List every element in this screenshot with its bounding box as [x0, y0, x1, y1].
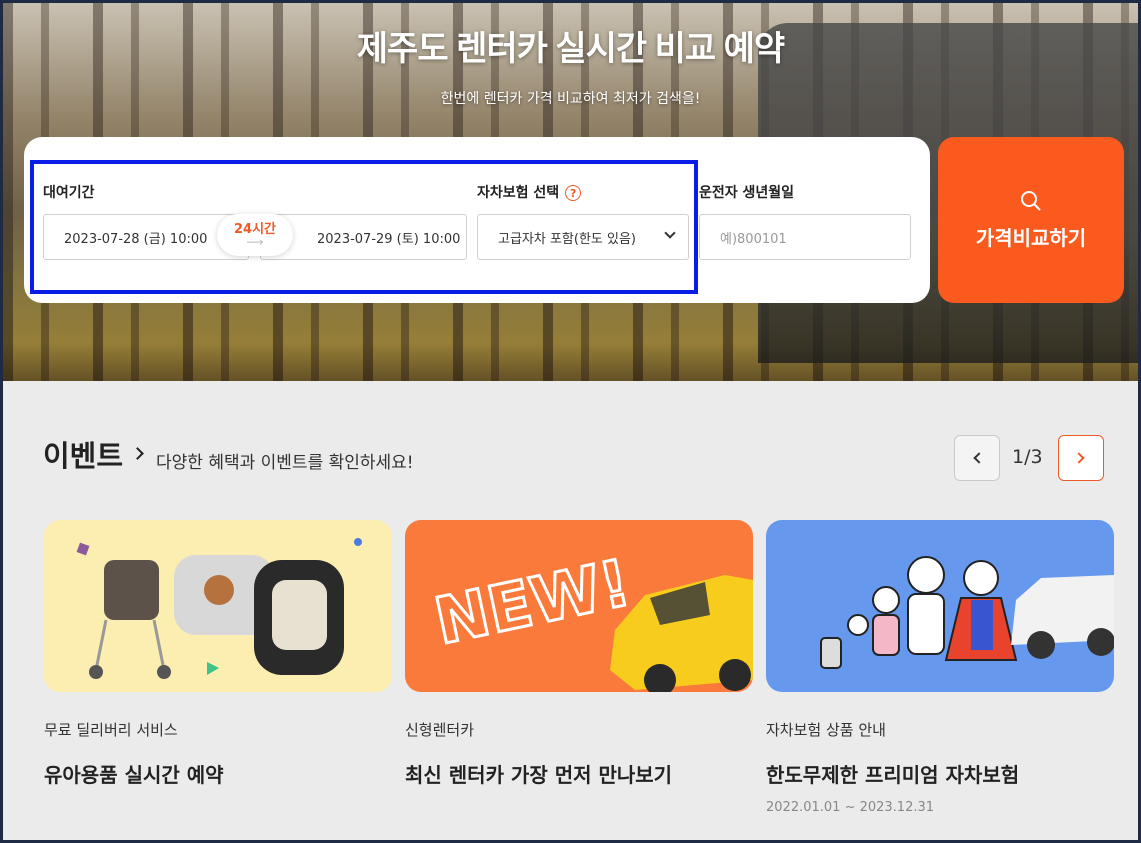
- end-date-value: 2023-07-29 (토) 10:00: [317, 231, 461, 247]
- family-insurance-illustration: [820, 556, 1114, 669]
- birth-placeholder: 예)800101: [720, 231, 787, 247]
- birth-label: 운전자 생년월일: [699, 185, 795, 201]
- baby-products-illustration: [76, 538, 362, 679]
- insurance-value: 고급자차 포함(한도 있음): [498, 231, 637, 247]
- card-category: 무료 딜리버리 서비스: [44, 721, 178, 739]
- next-page-button[interactable]: [1058, 435, 1104, 481]
- start-date-value: 2023-07-28 (금) 10:00: [64, 231, 208, 247]
- event-card-image[interactable]: [44, 520, 392, 692]
- event-card-image[interactable]: [766, 520, 1114, 692]
- chevron-down-icon: [664, 227, 676, 239]
- rental-period-label: 대여기간: [43, 185, 95, 201]
- hero-title: 제주도 렌터카 실시간 비교 예약: [356, 30, 785, 68]
- search-icon: [1021, 190, 1041, 211]
- chevron-right-icon[interactable]: [131, 447, 144, 460]
- card-title[interactable]: 한도무제한 프리미엄 자차보험: [766, 759, 1019, 788]
- insurance-select[interactable]: 고급자차 포함(한도 있음): [477, 214, 689, 260]
- card-category: 신형렌터카: [405, 721, 475, 739]
- event-card-image[interactable]: NEW!: [405, 520, 753, 692]
- new-car-illustration: NEW!: [427, 545, 753, 692]
- insurance-label-group: 자차보험 선택?: [477, 182, 582, 202]
- arrow-right-icon: ⟶: [246, 235, 264, 249]
- price-compare-button[interactable]: 가격비교하기: [938, 137, 1124, 303]
- chevron-left-icon: [973, 452, 985, 464]
- page-indicator: 1/3: [1012, 446, 1043, 468]
- insurance-label: 자차보험 선택: [477, 185, 560, 201]
- events-title[interactable]: 이벤트: [43, 433, 123, 475]
- prev-page-button[interactable]: [954, 435, 1000, 481]
- new-text-art: NEW!: [429, 546, 637, 659]
- card-title[interactable]: 최신 렌터카 가장 먼저 만나보기: [405, 759, 672, 788]
- card-title[interactable]: 유아용품 실시간 예약: [44, 759, 224, 788]
- card-date: 2022.01.01 ~ 2023.12.31: [766, 800, 935, 815]
- duration-badge: 24시간 ⟶: [217, 214, 293, 256]
- chevron-right-icon: [1073, 452, 1085, 464]
- events-subtitle: 다양한 혜택과 이벤트를 확인하세요!: [156, 453, 414, 473]
- card-category: 자차보험 상품 안내: [766, 721, 886, 739]
- page-frame: 제주도 렌터카 실시간 비교 예약 한번에 렌터카 가격 비교하여 최저가 검색…: [3, 3, 1138, 840]
- hero-subtitle: 한번에 렌터카 가격 비교하여 최저가 검색을!: [440, 91, 701, 107]
- price-compare-label: 가격비교하기: [975, 225, 1087, 250]
- question-icon[interactable]: ?: [565, 185, 582, 201]
- birth-input[interactable]: 예)800101: [699, 214, 911, 260]
